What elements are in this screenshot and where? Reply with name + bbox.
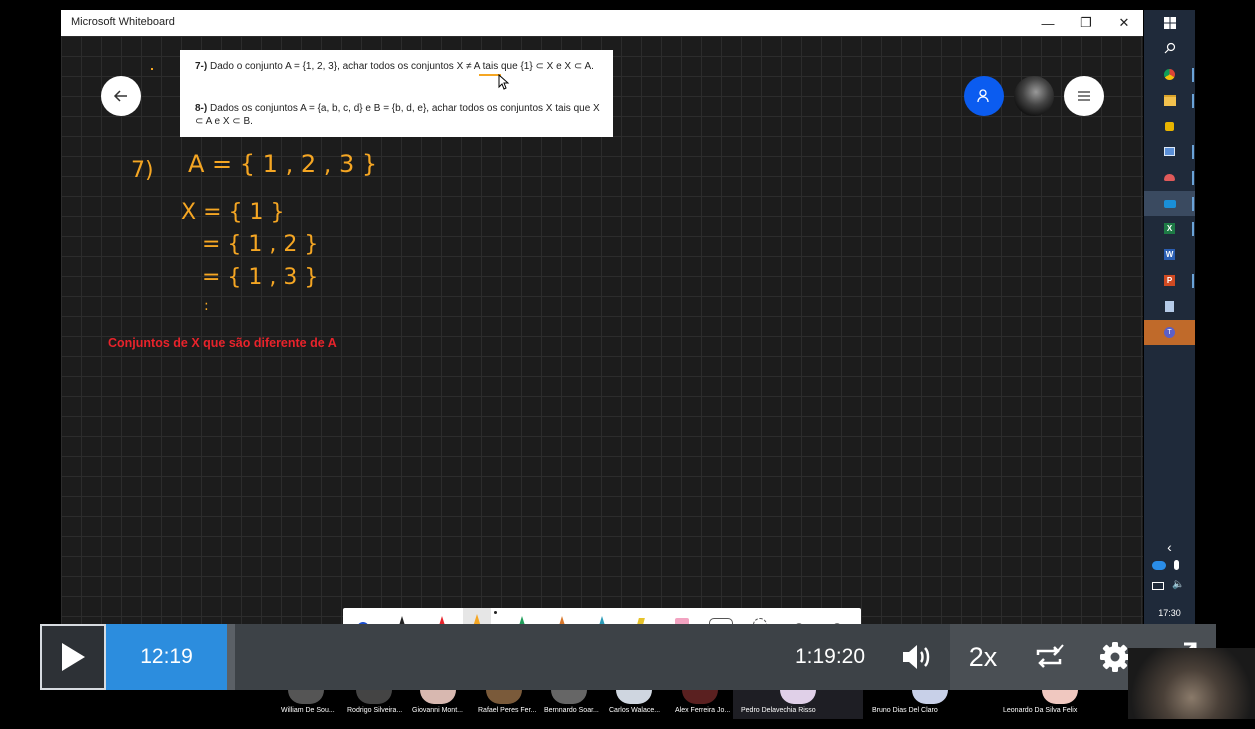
question-8: 8-) Dados os conjuntos A = {a, b, c, d} … bbox=[195, 103, 600, 127]
question-7: 7-) Dado o conjunto A = {1, 2, 3}, achar… bbox=[195, 61, 594, 72]
network-icon[interactable] bbox=[1152, 582, 1164, 590]
avatar bbox=[420, 690, 456, 704]
teams-icon[interactable]: T bbox=[1144, 320, 1195, 345]
windows-start-icon[interactable] bbox=[1144, 10, 1195, 35]
handwriting-x-2: = { 1 , 2 } bbox=[202, 232, 319, 257]
clock[interactable]: 17:30 bbox=[1144, 608, 1195, 618]
remote-desktop-icon[interactable] bbox=[1144, 139, 1195, 164]
participant-name[interactable]: Carlos Walace... bbox=[609, 707, 660, 714]
whiteboard-window: Microsoft Whiteboard — ❐ ✕ 7-) Dado o co… bbox=[61, 10, 1143, 624]
search-icon[interactable] bbox=[1144, 35, 1195, 60]
duration: 1:19:20 bbox=[794, 645, 866, 668]
running-indicator bbox=[1192, 197, 1194, 211]
handwriting-set-a: A = { 1 , 2 , 3 } bbox=[188, 150, 378, 178]
running-indicator bbox=[1192, 171, 1194, 185]
avatar bbox=[682, 690, 718, 704]
red-pen-icon[interactable] bbox=[437, 616, 447, 624]
participant-name[interactable]: Pedro Delavechia Risso bbox=[741, 707, 816, 714]
handwriting-label-7: 7) bbox=[131, 158, 154, 183]
avatar bbox=[486, 690, 522, 704]
arrow-left-icon bbox=[113, 90, 127, 102]
back-button[interactable] bbox=[101, 76, 141, 116]
participant-name[interactable]: Bernnardo Soar... bbox=[544, 707, 599, 714]
question-card-image[interactable]: 7-) Dado o conjunto A = {1, 2, 3}, achar… bbox=[180, 50, 613, 137]
playback-speed-button[interactable]: 2x bbox=[950, 624, 1016, 690]
user-avatar[interactable] bbox=[1014, 76, 1054, 116]
avatar bbox=[288, 690, 324, 704]
chrome-icon[interactable] bbox=[1144, 62, 1195, 87]
gear-icon bbox=[1100, 642, 1130, 672]
play-button[interactable] bbox=[40, 624, 106, 690]
running-indicator bbox=[1192, 145, 1194, 159]
title-bar: Microsoft Whiteboard — ❐ ✕ bbox=[61, 10, 1143, 36]
powerpoint-icon[interactable]: P bbox=[1144, 268, 1195, 293]
avatar bbox=[616, 690, 652, 704]
menu-button[interactable] bbox=[1064, 76, 1104, 116]
chevron-left-icon[interactable]: ‹ bbox=[1144, 534, 1195, 559]
running-indicator bbox=[1192, 94, 1194, 108]
participant-name[interactable]: Leonardo Da Silva Felix bbox=[1003, 707, 1077, 714]
close-button[interactable]: ✕ bbox=[1105, 10, 1143, 36]
annotation-text: Conjuntos de X que são diferente de A bbox=[108, 336, 337, 350]
avatar bbox=[356, 690, 392, 704]
avatar bbox=[1042, 690, 1078, 704]
running-indicator bbox=[1192, 68, 1194, 82]
participant-strip: William De Sou... Rodrigo Silveira... Gi… bbox=[0, 648, 1255, 729]
running-indicator bbox=[1192, 274, 1194, 288]
restore-button[interactable]: ❐ bbox=[1067, 10, 1105, 36]
excel-icon[interactable]: X bbox=[1144, 216, 1195, 241]
selected-pen-slot[interactable] bbox=[463, 608, 491, 624]
share-button[interactable] bbox=[964, 76, 1004, 116]
progress-fill bbox=[227, 624, 235, 690]
video-player-controls: 12:19 1:19:20 2x bbox=[40, 624, 1216, 690]
ink-dot bbox=[151, 68, 153, 70]
notes-app-icon[interactable] bbox=[1144, 294, 1195, 319]
repeat-check-icon bbox=[1036, 644, 1064, 668]
avatar bbox=[912, 690, 948, 704]
onedrive-icon[interactable] bbox=[1152, 561, 1166, 570]
whiteboard-taskbar-icon[interactable] bbox=[1144, 191, 1195, 216]
running-indicator bbox=[1192, 222, 1194, 236]
ink-toolbar[interactable]: ↶ ↷ bbox=[343, 608, 861, 624]
participant-name[interactable]: Alex Ferreira Jo... bbox=[675, 707, 730, 714]
minimize-button[interactable]: — bbox=[1029, 10, 1067, 36]
paint-icon[interactable] bbox=[1144, 165, 1195, 190]
orange-pen-icon[interactable] bbox=[557, 616, 567, 624]
windows-taskbar: X W P T ‹ 🔈 17:30 bbox=[1144, 10, 1195, 624]
participant-name[interactable]: William De Sou... bbox=[281, 707, 335, 714]
window-title: Microsoft Whiteboard bbox=[71, 16, 175, 28]
yellow-pen-icon bbox=[472, 614, 482, 624]
participant-name[interactable]: Giovanni Mont... bbox=[412, 707, 463, 714]
volume-button[interactable] bbox=[884, 624, 950, 690]
volume-icon bbox=[903, 645, 930, 669]
speaker-icon[interactable]: 🔈 bbox=[1172, 579, 1184, 590]
whiteboard-canvas[interactable]: 7-) Dado o conjunto A = {1, 2, 3}, achar… bbox=[61, 36, 1143, 624]
cast-button[interactable] bbox=[1016, 624, 1082, 690]
participant-name[interactable]: Rodrigo Silveira... bbox=[347, 707, 402, 714]
lock-app-icon[interactable] bbox=[1144, 114, 1195, 139]
mouse-cursor-icon bbox=[498, 74, 510, 90]
black-pen-icon[interactable] bbox=[397, 616, 407, 624]
person-add-icon bbox=[977, 89, 989, 103]
current-time: 12:19 bbox=[106, 624, 227, 690]
play-icon bbox=[62, 643, 85, 671]
participant-name[interactable]: Rafael Peres Fer... bbox=[478, 707, 536, 714]
presenter-video[interactable] bbox=[1128, 648, 1255, 719]
avatar bbox=[551, 690, 587, 704]
hamburger-icon bbox=[1078, 91, 1090, 101]
word-icon[interactable]: W bbox=[1144, 242, 1195, 267]
teal-pen-icon[interactable] bbox=[597, 616, 607, 624]
handwriting-x-3: = { 1 , 3 } bbox=[202, 265, 319, 290]
participant-name[interactable]: Bruno Dias Del Claro bbox=[872, 707, 938, 714]
green-pen-icon[interactable] bbox=[517, 616, 527, 624]
handwriting-ellipsis: : bbox=[204, 298, 209, 314]
file-explorer-icon[interactable] bbox=[1144, 88, 1195, 113]
pen-indicator-dot bbox=[494, 611, 497, 614]
handwriting-x-1: X = { 1 } bbox=[181, 200, 285, 225]
microphone-icon[interactable] bbox=[1174, 560, 1179, 570]
